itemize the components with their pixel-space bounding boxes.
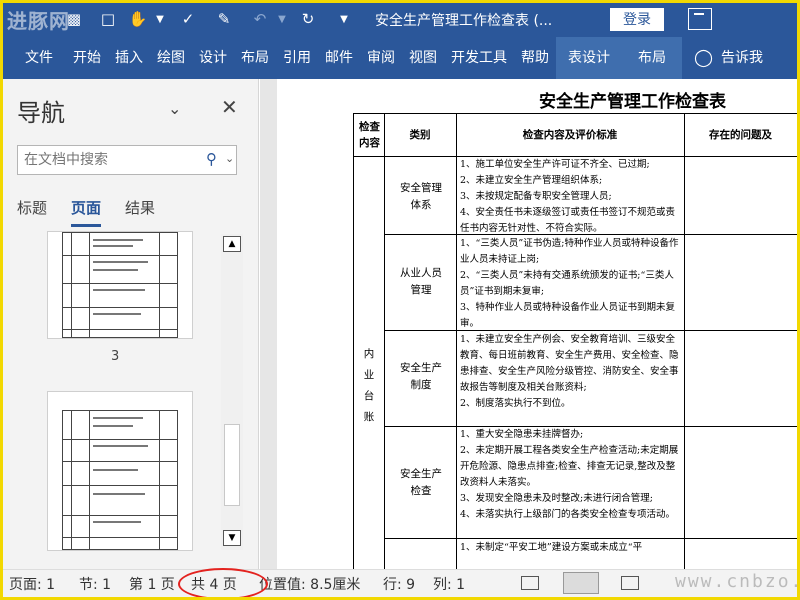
document-page[interactable]: 安全生产管理工作检查表 检查内容 类别 检查内容及评价标准 存在的问题及 内业台… xyxy=(277,79,797,569)
format-icon[interactable]: ✎ xyxy=(213,8,235,30)
criteria-cell: 1、未建立安全生产例会、安全教育培训、三级安全教育、每日班前教育、安全生产费用、… xyxy=(460,332,682,412)
category-cell: 安全管理体系 xyxy=(400,182,442,211)
print-layout-icon[interactable] xyxy=(563,572,599,594)
ribbon-display-options-icon[interactable] xyxy=(688,8,712,30)
chevron-down-icon[interactable]: ⌄ xyxy=(168,99,181,118)
page-thumbnail-4[interactable] xyxy=(47,391,193,551)
tab-design[interactable]: 设计 xyxy=(192,37,234,79)
document-title: 安全生产管理工作检查表 (... xyxy=(375,13,553,29)
status-page[interactable]: 页面: 1 xyxy=(9,574,55,594)
tab-mailings[interactable]: 邮件 xyxy=(318,37,360,79)
criteria-line: 4、安全责任书未逐级签订或责任书签订不规范或责任书内容无针对性、不符合实际。 xyxy=(460,207,676,234)
site-watermark: www.cnbzo.com xyxy=(675,571,797,592)
nav-tabs: 标题 页面 结果 xyxy=(17,197,155,227)
tab-pages[interactable]: 页面 xyxy=(71,197,102,227)
navigation-pane: 导航 ⌄ ✕ ⚲ ⌄ 标题 页面 结果 3 xyxy=(3,79,259,569)
page-number-label: 3 xyxy=(111,349,120,364)
tab-draw[interactable]: 绘图 xyxy=(150,37,192,79)
tab-table-layout[interactable]: 布局 xyxy=(624,37,682,79)
read-mode-icon[interactable] xyxy=(521,576,539,590)
tab-home[interactable]: 开始 xyxy=(66,37,108,79)
tell-me-box[interactable]: 告诉我 xyxy=(717,37,770,79)
status-line[interactable]: 行: 9 xyxy=(383,574,415,594)
criteria-line: 2、未建立安全生产管理组织体系; xyxy=(460,175,603,186)
side-label: 内业台账 xyxy=(363,348,375,423)
scroll-up-icon[interactable]: ▲ xyxy=(223,236,241,252)
nav-pane-title: 导航 xyxy=(17,99,65,127)
inspection-table[interactable]: 检查内容 类别 检查内容及评价标准 存在的问题及 内业台账 安全管理体系 1、施… xyxy=(353,113,797,569)
category-cell: 从业人员管理 xyxy=(400,267,442,296)
save-icon[interactable]: ▩ xyxy=(63,8,85,30)
undo-dropdown-icon[interactable]: ▼ xyxy=(271,8,293,30)
criteria-line: 2、“三类人员”未持有交通系统颁发的证书;“三类人员”证书到期未复审; xyxy=(460,270,674,297)
tab-references[interactable]: 引用 xyxy=(276,37,318,79)
tab-table-design[interactable]: 表设计 xyxy=(556,37,624,79)
criteria-line: 1、未制定“平安工地”建设方案或未成立“平 xyxy=(460,542,643,553)
touch-mode-icon[interactable]: ✋ xyxy=(127,8,149,30)
criteria-line: 1、“三类人员”证书伪造;特种作业人员或特种设备作业人员未持证上岗; xyxy=(460,238,679,265)
criteria-line: 2、未定期开展工程各类安全生产检查活动;未定期展开危险源、隐患点排查;检查、排查… xyxy=(460,445,679,488)
spelling-icon[interactable]: ✓ xyxy=(177,8,199,30)
scroll-thumb[interactable] xyxy=(224,424,240,506)
tab-file[interactable]: 文件 xyxy=(3,37,66,79)
tab-review[interactable]: 审阅 xyxy=(360,37,402,79)
search-input[interactable] xyxy=(24,149,194,171)
ribbon-tabs: 文件 开始 插入 绘图 设计 布局 引用 邮件 审阅 视图 开发工具 帮助 表设… xyxy=(3,37,797,79)
undo-icon[interactable]: ↶ xyxy=(249,8,271,30)
tab-view[interactable]: 视图 xyxy=(402,37,444,79)
search-dropdown-icon[interactable]: ⌄ xyxy=(225,152,234,165)
close-icon[interactable]: ✕ xyxy=(221,95,238,119)
criteria-line: 3、发现安全隐患未及时整改;未进行闭合管理; xyxy=(460,493,653,504)
touch-dropdown-icon[interactable]: ▼ xyxy=(149,8,171,30)
criteria-line: 4、未落实执行上级部门的各类安全检查专项活动。 xyxy=(460,509,676,520)
status-position[interactable]: 位置值: 8.5厘米 xyxy=(259,574,360,594)
criteria-cell: 1、未制定“平安工地”建设方案或未成立“平 xyxy=(460,540,682,556)
tab-headings[interactable]: 标题 xyxy=(17,197,47,227)
title-bar: 进豚网 ▩ □ ✋ ▼ ✓ ✎ ↶ ▼ ↻ ▼ 安全生产管理工作检查表 (...… xyxy=(3,3,797,37)
criteria-line: 1、施工单位安全生产许可证不齐全、已过期; xyxy=(460,159,650,170)
tab-results[interactable]: 结果 xyxy=(125,197,155,227)
document-area[interactable]: 安全生产管理工作检查表 检查内容 类别 检查内容及评价标准 存在的问题及 内业台… xyxy=(260,79,797,569)
header-inspection-content: 检查内容 xyxy=(359,121,380,149)
criteria-line: 1、重大安全隐患未挂牌督办; xyxy=(460,429,584,440)
status-column[interactable]: 列: 1 xyxy=(433,574,465,594)
tab-layout[interactable]: 布局 xyxy=(234,37,276,79)
document-heading: 安全生产管理工作检查表 xyxy=(539,92,726,112)
criteria-cell: 1、重大安全隐患未挂牌督办; 2、未定期开展工程各类安全生产检查活动;未定期展开… xyxy=(460,427,682,523)
category-cell: 安全生产检查 xyxy=(400,468,442,497)
customize-quick-access-icon[interactable]: ▼ xyxy=(333,8,355,30)
redo-icon[interactable]: ↻ xyxy=(297,8,319,30)
web-layout-icon[interactable] xyxy=(621,576,639,590)
thumbnail-table xyxy=(62,410,178,550)
header-category: 类别 xyxy=(409,129,431,141)
watermark-logo: 进豚网 xyxy=(7,9,70,33)
tab-insert[interactable]: 插入 xyxy=(108,37,150,79)
new-document-icon[interactable]: □ xyxy=(97,8,119,30)
criteria-line: 1、未建立安全生产例会、安全教育培训、三级安全教育、每日班前教育、安全生产费用、… xyxy=(460,334,679,393)
login-button[interactable]: 登录 xyxy=(610,8,664,31)
category-cell: 安全生产制度 xyxy=(400,362,442,391)
header-issues: 存在的问题及 xyxy=(709,129,772,141)
thumbnail-table xyxy=(62,232,178,338)
thumbnail-scrollbar[interactable]: ▲ ▼ xyxy=(221,234,243,550)
lightbulb-icon[interactable]: ◯ xyxy=(682,37,717,79)
search-box[interactable]: ⚲ ⌄ xyxy=(17,145,237,175)
status-section[interactable]: 节: 1 xyxy=(79,574,111,594)
criteria-cell: 1、“三类人员”证书伪造;特种作业人员或特种设备作业人员未持证上岗; 2、“三类… xyxy=(460,236,682,332)
tab-developer[interactable]: 开发工具 xyxy=(444,37,514,79)
header-criteria: 检查内容及评价标准 xyxy=(522,129,618,141)
criteria-cell: 1、施工单位安全生产许可证不齐全、已过期; 2、未建立安全生产管理组织体系; 3… xyxy=(460,157,682,237)
search-icon[interactable]: ⚲ xyxy=(206,150,217,168)
tab-help[interactable]: 帮助 xyxy=(514,37,556,79)
criteria-line: 2、制度落实执行不到位。 xyxy=(460,398,571,409)
status-page-of[interactable]: 第 1 页 xyxy=(129,574,175,594)
page-thumbnail-3[interactable] xyxy=(47,231,193,339)
criteria-line: 3、未按规定配备专职安全管理人员; xyxy=(460,191,612,202)
highlight-annotation xyxy=(178,568,268,597)
criteria-line: 3、特种作业人员或特种设备作业人员证书到期未复审。 xyxy=(460,302,676,329)
app-window: 进豚网 ▩ □ ✋ ▼ ✓ ✎ ↶ ▼ ↻ ▼ 安全生产管理工作检查表 (...… xyxy=(0,0,800,600)
scroll-down-icon[interactable]: ▼ xyxy=(223,530,241,546)
